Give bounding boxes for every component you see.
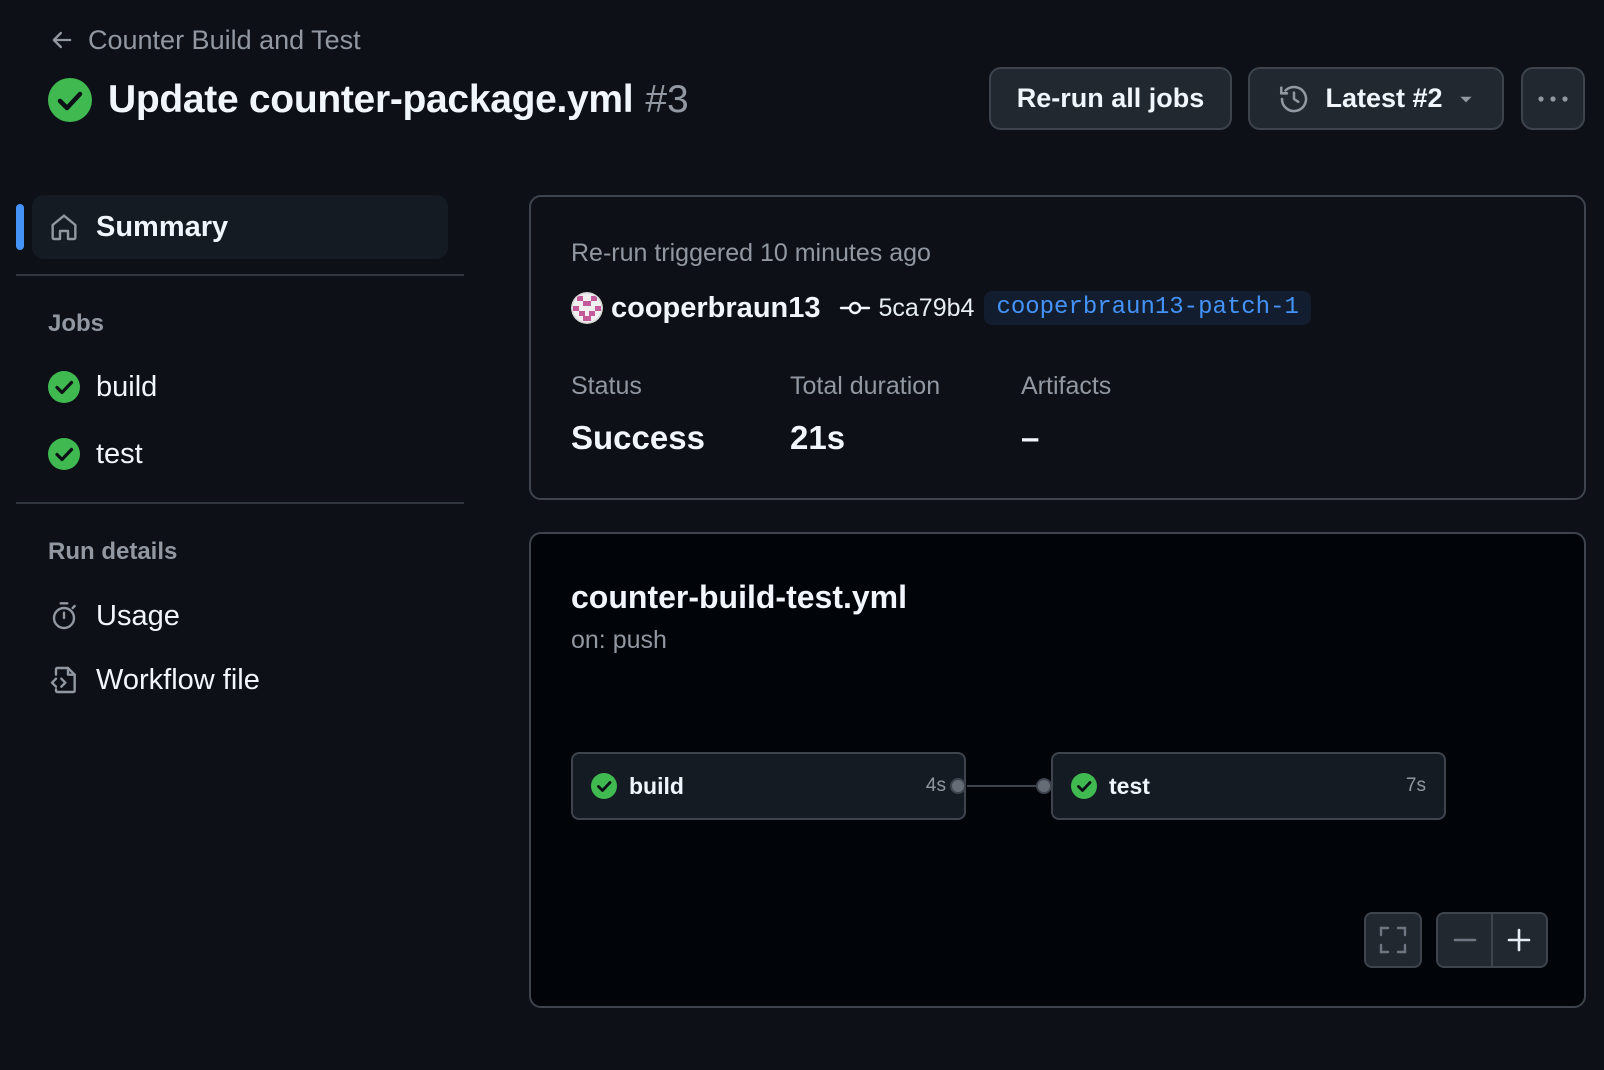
avatar[interactable] — [571, 292, 603, 324]
attempt-selector-button[interactable]: Latest #2 — [1248, 67, 1504, 130]
success-check-icon — [48, 371, 80, 403]
plus-icon — [1508, 928, 1531, 952]
commit-sha-link[interactable]: 5ca79b4 — [879, 294, 975, 323]
connector-dot — [950, 778, 966, 794]
home-icon — [51, 214, 77, 241]
arrow-left-icon — [52, 31, 72, 49]
run-meta-row: cooperbraun13 5ca79b4 cooperbraun13-patc… — [571, 290, 1311, 326]
zoom-in-button[interactable] — [1493, 914, 1546, 966]
rerun-all-jobs-button[interactable]: Re-run all jobs — [989, 67, 1232, 130]
sidebar-item-summary[interactable]: Summary — [32, 195, 448, 259]
workflow-trigger: on: push — [571, 626, 667, 654]
workflow-run-page: Counter Build and Test Update counter-pa… — [0, 0, 1604, 1070]
file-code-icon — [50, 666, 76, 694]
workflow-file-name: counter-build-test.yml — [571, 579, 908, 615]
success-check-icon — [48, 438, 80, 470]
stat-label: Artifacts — [1021, 372, 1112, 400]
sidebar-item-label: Usage — [96, 599, 180, 632]
graph-job-duration: 4s — [925, 775, 946, 796]
back-to-workflow-link[interactable]: Counter Build and Test — [48, 22, 361, 58]
stat-artifacts: Artifacts – — [1021, 372, 1111, 457]
success-check-icon — [1071, 773, 1097, 799]
attempt-selector-label: Latest #2 — [1325, 83, 1443, 113]
actor-link[interactable]: cooperbraun13 — [611, 292, 821, 325]
minus-icon — [1453, 938, 1476, 942]
workflow-graph-card: counter-build-test.yml on: push build 4s… — [529, 532, 1586, 1008]
stopwatch-icon — [52, 602, 76, 630]
page-title: Update counter-package.yml — [108, 78, 634, 121]
graph-job-build[interactable]: build 4s — [571, 752, 966, 820]
chevron-down-icon — [1459, 96, 1472, 102]
kebab-horizontal-icon — [1538, 95, 1568, 102]
graph-job-name: test — [1109, 772, 1150, 799]
sidebar-item-usage[interactable]: Usage — [32, 590, 448, 642]
graph-job-name: build — [629, 772, 684, 799]
run-number: #3 — [645, 78, 689, 121]
success-check-icon — [591, 773, 617, 799]
stat-label: Total duration — [790, 372, 941, 400]
run-title-row: Update counter-package.yml #3 — [48, 74, 689, 126]
stat-value: Success — [571, 419, 705, 456]
fullscreen-button[interactable] — [1364, 912, 1422, 968]
job-name: test — [96, 437, 143, 470]
active-nav-indicator — [16, 204, 24, 250]
job-name: build — [96, 370, 158, 403]
more-options-button[interactable] — [1521, 67, 1585, 130]
run-summary-card: Re-run triggered 10 minutes ago cooperbr… — [529, 195, 1586, 500]
stat-status: Status Success — [571, 372, 705, 457]
sidebar-item-label: Workflow file — [96, 663, 260, 696]
back-link-label: Counter Build and Test — [88, 24, 361, 55]
trigger-text: Re-run triggered 10 minutes ago — [571, 239, 931, 267]
success-check-icon — [48, 78, 92, 122]
stat-value: – — [1021, 419, 1040, 456]
stat-label: Status — [571, 372, 642, 400]
rerun-all-jobs-label: Re-run all jobs — [1016, 83, 1205, 113]
history-icon — [1280, 85, 1308, 112]
jobs-heading: Jobs — [48, 310, 105, 337]
sidebar-item-label: Summary — [96, 210, 229, 243]
graph-job-test[interactable]: test 7s — [1051, 752, 1446, 820]
zoom-controls — [1436, 912, 1548, 968]
sidebar-divider — [16, 274, 464, 276]
sidebar-item-job-test[interactable]: test — [32, 428, 448, 480]
git-commit-icon — [839, 301, 870, 315]
branch-label[interactable]: cooperbraun13-patch-1 — [984, 291, 1311, 325]
graph-job-duration: 7s — [1405, 775, 1426, 796]
fullscreen-icon — [1379, 926, 1407, 954]
sidebar-item-job-build[interactable]: build — [32, 361, 448, 413]
stat-total-duration: Total duration 21s — [790, 372, 940, 457]
sidebar-item-workflow-file[interactable]: Workflow file — [32, 654, 448, 706]
zoom-out-button[interactable] — [1438, 914, 1491, 966]
sidebar-divider — [16, 502, 464, 504]
run-details-heading: Run details — [48, 538, 178, 565]
stat-value: 21s — [790, 419, 846, 456]
